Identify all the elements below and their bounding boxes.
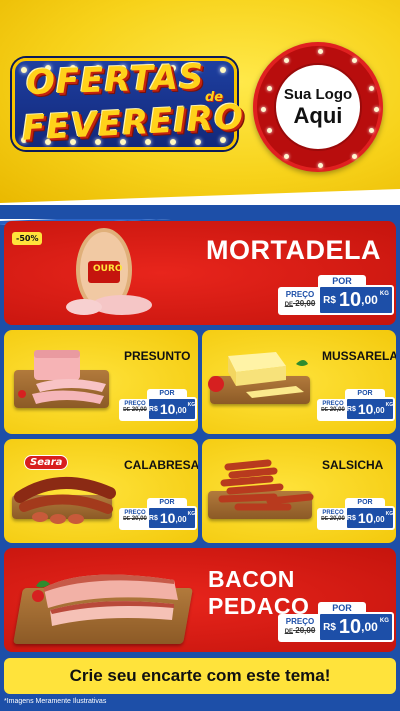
price-tag: POR PREÇO DE 20,00 R$ 10,00 KG	[119, 498, 197, 530]
bacon-image	[32, 574, 178, 626]
logo-circle: Sua Logo Aqui	[274, 63, 362, 151]
product-name: SALSICHA	[322, 458, 384, 472]
product-card-mortadela[interactable]: -50% OURO MORTADELA POR PREÇO DE 20,00 R$…	[4, 221, 396, 325]
disclaimer: *Imagens Meramente Ilustrativas	[4, 698, 107, 705]
product-name: MUSSARELA	[322, 349, 396, 363]
product-card-bacon[interactable]: BACON PEDAÇO POR PREÇO DE 20,00 R$ 10,00 KG	[4, 548, 396, 652]
price-tag: POR PREÇO DE 20,00 R$ 10,00 KG	[278, 602, 394, 644]
old-price: PREÇO DE 20,00	[278, 287, 322, 315]
presunto-image	[18, 350, 106, 404]
brand-ouro: OURO	[93, 264, 123, 274]
product-name: MORTADELA	[206, 235, 381, 265]
product-name: CALABRESA	[124, 458, 198, 472]
price-tag: POR PREÇO DE 20,00 R$ 10,00 KG	[278, 275, 394, 317]
brand-seara: Seara	[24, 455, 69, 470]
price-tag: POR PREÇO DE 20,00 R$ 10,00 KG	[317, 498, 395, 530]
header: OFERTAS de FEVEREIRO Sua Logo Aqui	[0, 0, 400, 205]
cta-banner[interactable]: Crie seu encarte com este tema!	[4, 658, 396, 694]
calabresa-image	[14, 477, 116, 524]
price-tag: POR PREÇO DE 20,00 R$ 10,00 KG	[119, 389, 197, 421]
product-card-calabresa[interactable]: Seara CALABRESA POR PREÇO DE 20,00 R$ 10,0…	[4, 439, 198, 543]
mussarela-image	[208, 352, 308, 398]
header-stripe-blue	[0, 205, 400, 219]
new-price: R$ 10,00 KG	[318, 285, 394, 315]
product-card-mussarela[interactable]: MUSSARELA POR PREÇO DE 20,00 R$ 10,00 KG	[202, 330, 396, 434]
product-card-salsicha[interactable]: SALSICHA POR PREÇO DE 20,00 R$ 10,00 KG	[202, 439, 396, 543]
logo-text-line2: Aqui	[293, 102, 343, 128]
cta-text: Crie seu encarte com este tema!	[69, 666, 331, 685]
product-card-presunto[interactable]: PRESUNTO POR PREÇO DE 20,00 R$ 10,00 KG	[4, 330, 198, 434]
discount-badge: -50%	[12, 232, 43, 245]
price-tag: POR PREÇO DE 20,00 R$ 10,00 KG	[317, 389, 395, 421]
salsicha-image	[218, 459, 314, 511]
logo-placeholder[interactable]: Sua Logo Aqui	[253, 42, 383, 172]
product-name: PRESUNTO	[124, 349, 191, 363]
title-ofertas: OFERTAS	[25, 56, 206, 104]
logo-text-line1: Sua Logo	[283, 85, 353, 103]
